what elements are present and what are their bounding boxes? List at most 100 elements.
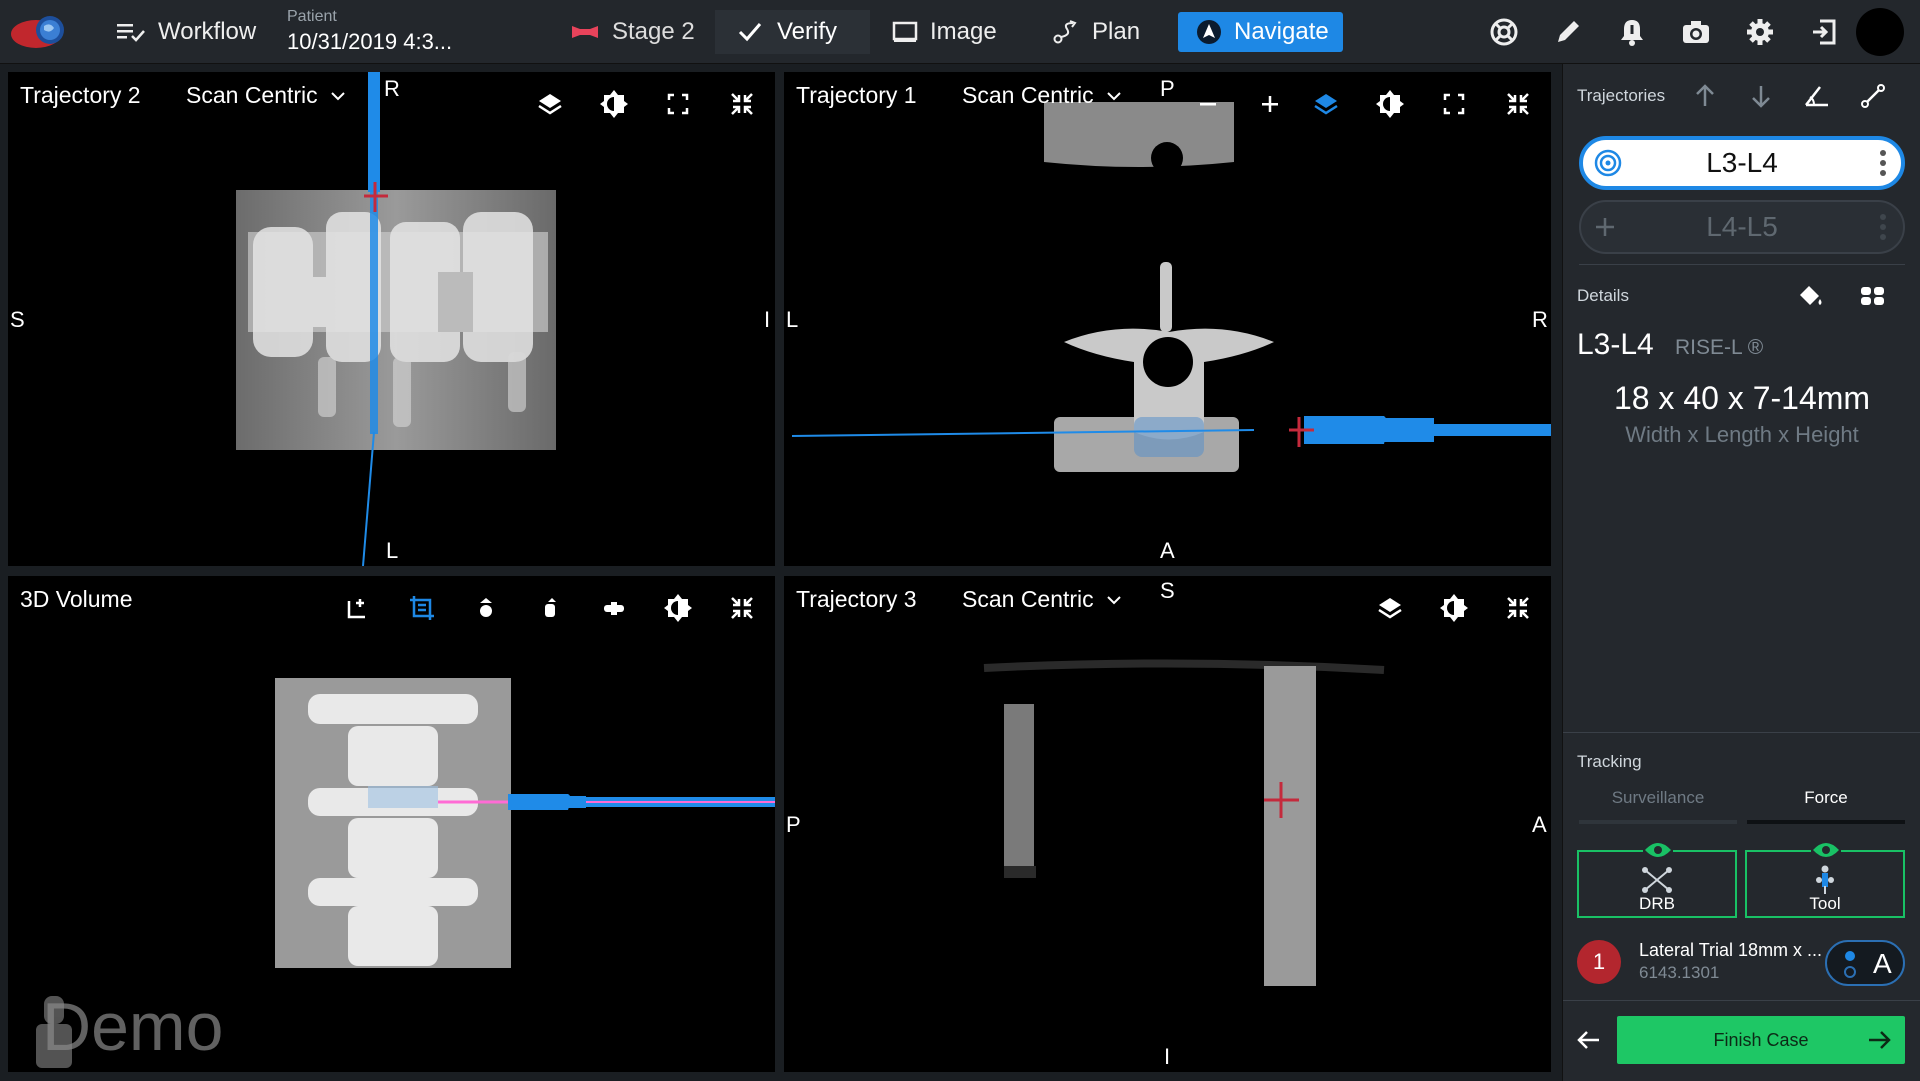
angle-icon[interactable] xyxy=(1801,80,1833,112)
viewport-title: Trajectory 1 xyxy=(796,82,917,108)
tracking-label: Tracking xyxy=(1577,752,1642,771)
chevron-down-icon xyxy=(330,91,345,100)
instrument-part-number: 6143.1301 xyxy=(1639,963,1720,982)
demo-watermark: Demo xyxy=(42,989,224,1065)
layers-icon[interactable] xyxy=(1374,592,1406,624)
grid-view-icon[interactable] xyxy=(1857,280,1889,312)
pencil-icon[interactable] xyxy=(1550,14,1586,50)
image-frame-icon xyxy=(892,21,918,42)
viewport-trajectory-1[interactable]: Trajectory 1 Scan Centric P L R A xyxy=(784,72,1551,566)
arrow-up-icon[interactable] xyxy=(1689,80,1721,112)
brightness-icon[interactable] xyxy=(1374,88,1406,120)
orientation-right: R xyxy=(1532,307,1548,332)
list-check-icon xyxy=(117,24,145,42)
top-bar: Workflow Patient 10/31/2019 4:3... Stage… xyxy=(0,0,1920,64)
orientation-bottom: A xyxy=(1160,538,1175,563)
workflow-label: Workflow xyxy=(158,18,257,45)
tab-force-underline xyxy=(1747,820,1905,824)
tab-verify[interactable]: Verify xyxy=(715,10,870,54)
orientation-bottom: I xyxy=(1164,1044,1171,1069)
collapse-icon[interactable] xyxy=(726,88,758,120)
zoom-out-icon[interactable] xyxy=(1192,88,1224,120)
tab-navigate[interactable]: Navigate xyxy=(1178,12,1343,52)
divider xyxy=(1563,1000,1920,1001)
brightness-icon[interactable] xyxy=(662,592,694,624)
add-annotation-icon[interactable] xyxy=(342,592,374,624)
back-arrow-icon[interactable] xyxy=(1573,1024,1605,1056)
arrow-down-icon[interactable] xyxy=(1745,80,1777,112)
brightness-icon[interactable] xyxy=(1438,592,1470,624)
collapse-icon[interactable] xyxy=(1502,88,1534,120)
zoom-in-icon[interactable] xyxy=(1254,88,1286,120)
tab-plan[interactable]: Plan xyxy=(1052,0,1140,64)
navigate-icon xyxy=(1197,20,1221,44)
fullscreen-icon[interactable] xyxy=(1438,88,1470,120)
orientation-top: R xyxy=(384,76,400,101)
brightness-icon[interactable] xyxy=(598,88,630,120)
more-vertical-icon[interactable] xyxy=(1879,148,1887,178)
stage-label: Stage 2 xyxy=(612,18,695,45)
help-lifebuoy-icon[interactable] xyxy=(1486,14,1522,50)
implant-level: L3-L4 xyxy=(1577,328,1654,361)
tab-force[interactable]: Force xyxy=(1747,788,1905,808)
forward-arrow-icon xyxy=(1869,1031,1891,1049)
implant-dimensions: 18 x 40 x 7-14mm xyxy=(1613,380,1871,416)
drb-label: DRB xyxy=(1639,894,1675,913)
crop-volume-icon[interactable] xyxy=(406,592,438,624)
tool-label: Tool xyxy=(1809,894,1841,913)
scan-mode-dropdown[interactable]: Scan Centric xyxy=(186,82,348,109)
chevron-down-icon xyxy=(1106,595,1121,604)
tool-array-icon xyxy=(1816,865,1834,894)
finish-case-label: Finish Case xyxy=(1713,1029,1809,1050)
tab-plan-label: Plan xyxy=(1092,18,1141,45)
collapse-icon[interactable] xyxy=(726,592,758,624)
details-label: Details xyxy=(1577,286,1629,305)
tab-surveillance[interactable]: Surveillance xyxy=(1579,788,1737,808)
chevron-down-icon xyxy=(1106,91,1121,100)
stage-spine-icon xyxy=(572,26,598,38)
collapse-icon[interactable] xyxy=(1502,592,1534,624)
orientation-top: P xyxy=(1160,76,1175,101)
app-logo-icon[interactable] xyxy=(10,8,72,56)
instrument-array-letter: A xyxy=(1873,948,1892,979)
workflow-button[interactable]: Workflow xyxy=(116,0,256,64)
bell-alert-icon[interactable] xyxy=(1614,14,1650,50)
eye-visible-icon xyxy=(1811,840,1841,860)
tab-navigate-label: Navigate xyxy=(1234,18,1329,45)
view-anterior-icon[interactable] xyxy=(598,592,630,624)
viewport-trajectory-3[interactable]: Trajectory 3 Scan Centric S P A I xyxy=(784,576,1551,1072)
avatar[interactable] xyxy=(1856,8,1904,56)
scan-mode-label: Scan Centric xyxy=(186,82,318,108)
camera-icon[interactable] xyxy=(1678,14,1714,50)
instrument-index-badge: 1 xyxy=(1577,940,1621,984)
stage-indicator[interactable]: Stage 2 xyxy=(570,0,695,64)
trajectory-item-inactive[interactable]: L4-L5 xyxy=(1579,200,1905,254)
orientation-bottom: L xyxy=(386,538,399,563)
instrument-array-toggle[interactable]: A xyxy=(1825,940,1905,986)
eye-visible-icon xyxy=(1643,840,1673,860)
scan-mode-label: Scan Centric xyxy=(962,586,1094,612)
view-superior-icon[interactable] xyxy=(470,592,502,624)
viewport-3d-volume[interactable]: 3D Volume Demo xyxy=(8,576,775,1072)
scan-mode-label: Scan Centric xyxy=(962,82,1094,108)
tab-image-label: Image xyxy=(930,18,997,45)
layers-icon[interactable] xyxy=(534,88,566,120)
trajectory-line-icon[interactable] xyxy=(1857,80,1889,112)
fullscreen-icon[interactable] xyxy=(662,88,694,120)
orientation-left: S xyxy=(10,307,25,332)
gear-icon[interactable] xyxy=(1742,14,1778,50)
patient-date[interactable]: 10/31/2019 4:3... xyxy=(287,29,452,55)
divider xyxy=(1579,264,1905,265)
tab-surveillance-underline xyxy=(1579,820,1737,824)
paint-bucket-icon[interactable] xyxy=(1795,280,1827,312)
finish-case-button[interactable]: Finish Case xyxy=(1617,1016,1905,1064)
scan-mode-dropdown[interactable]: Scan Centric xyxy=(962,586,1124,613)
logout-icon[interactable] xyxy=(1806,14,1842,50)
view-lateral-icon[interactable] xyxy=(534,592,566,624)
scan-mode-dropdown[interactable]: Scan Centric xyxy=(962,82,1124,109)
viewport-trajectory-2[interactable]: Trajectory 2 Scan Centric R S I L xyxy=(8,72,775,566)
trajectory-item-active[interactable]: L3-L4 xyxy=(1579,136,1905,190)
more-vertical-icon[interactable] xyxy=(1879,212,1887,242)
tab-image[interactable]: Image xyxy=(892,0,997,64)
layers-icon[interactable] xyxy=(1310,88,1342,120)
